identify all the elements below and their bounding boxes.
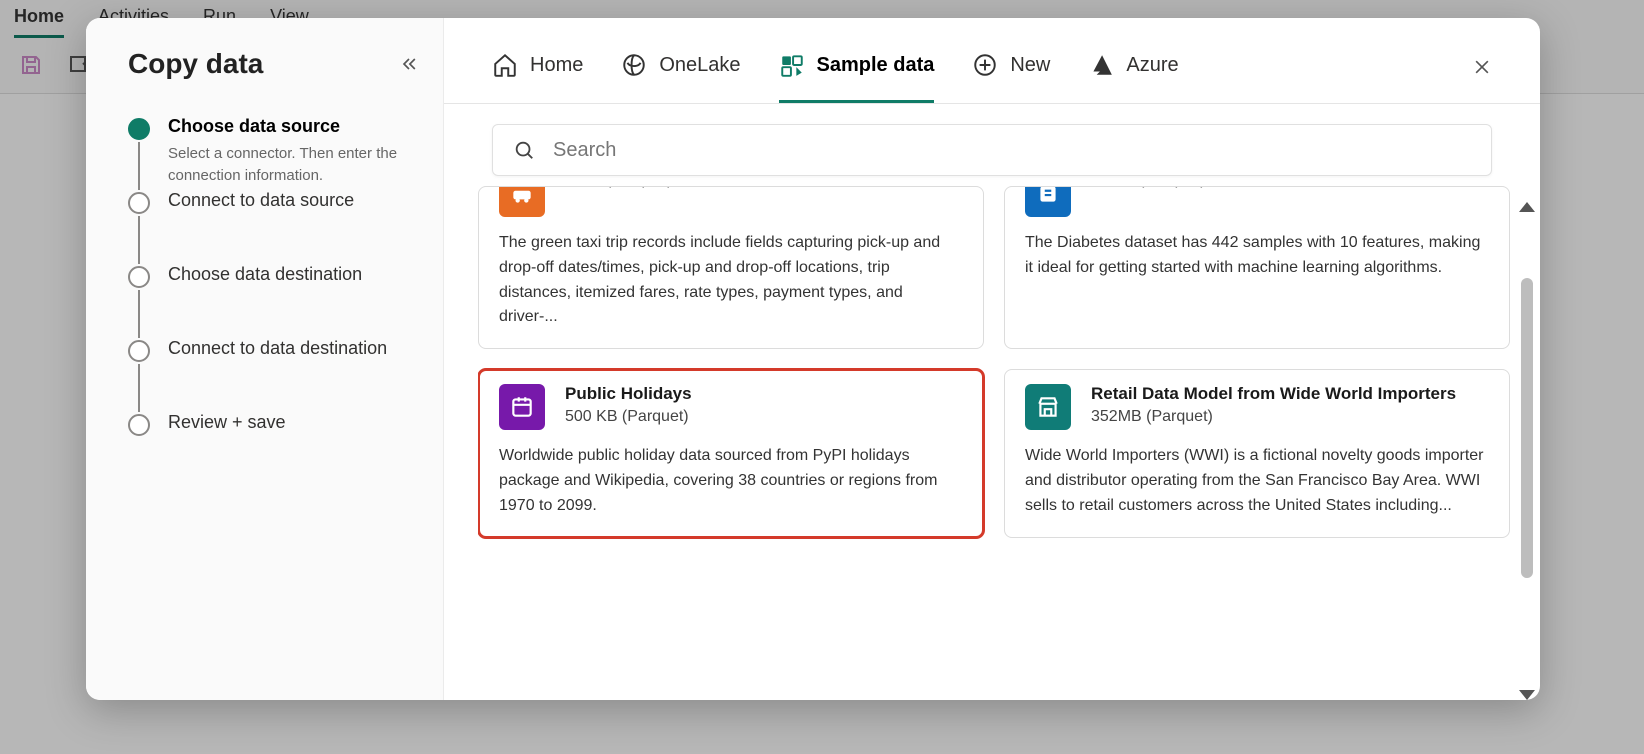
calendar-icon (499, 384, 545, 430)
tab-label: Azure (1126, 54, 1178, 77)
tab-sample-data[interactable]: Sample data (779, 52, 935, 103)
step-review-save[interactable]: Review + save (128, 412, 419, 436)
source-tabs: Home OneLake Sample data New (444, 18, 1540, 104)
home-icon (492, 52, 518, 78)
card-desc: Wide World Importers (WWI) is a fictiona… (1025, 444, 1489, 518)
sample-data-grid: 2 GB (Parquet) The green taxi trip recor… (478, 186, 1522, 542)
step-marker-icon (128, 118, 150, 140)
card-meta: 352MB (Parquet) (1091, 408, 1456, 426)
card-diabetes[interactable]: 14 KB (Parquet) The Diabetes dataset has… (1004, 186, 1510, 349)
scroll-thumb[interactable] (1521, 278, 1533, 578)
card-retail-wwi[interactable]: Retail Data Model from Wide World Import… (1004, 369, 1510, 537)
step-title: Review + save (168, 412, 419, 433)
card-desc: The green taxi trip records include fiel… (499, 231, 963, 330)
onelake-icon (621, 52, 647, 78)
scrollbar[interactable] (1514, 186, 1540, 700)
card-desc: The Diabetes dataset has 442 samples wit… (1025, 231, 1489, 281)
tab-label: New (1010, 54, 1050, 77)
card-meta: 14 KB (Parquet) (1091, 186, 1206, 189)
collapse-wizard-button[interactable] (399, 54, 419, 74)
step-connect-to-data-source[interactable]: Connect to data source (128, 190, 419, 264)
step-title: Connect to data source (168, 190, 419, 211)
search-icon (513, 139, 535, 161)
tab-new[interactable]: New (972, 52, 1050, 103)
step-title: Choose data destination (168, 264, 419, 285)
tab-label: Home (530, 54, 583, 77)
step-marker-icon (128, 192, 150, 214)
store-icon (1025, 384, 1071, 430)
scroll-track[interactable] (1521, 222, 1533, 680)
sample-data-icon (779, 52, 805, 78)
card-green-taxi[interactable]: 2 GB (Parquet) The green taxi trip recor… (478, 186, 984, 349)
taxi-icon (499, 186, 545, 217)
step-marker-icon (128, 414, 150, 436)
content-panel: Home OneLake Sample data New (444, 18, 1540, 700)
wizard-steps: Choose data source Select a connector. T… (128, 116, 419, 436)
azure-icon (1088, 52, 1114, 78)
close-button[interactable] (1472, 57, 1492, 99)
step-marker-icon (128, 340, 150, 362)
step-connect-to-data-destination[interactable]: Connect to data destination (128, 338, 419, 412)
dataset-icon (1025, 186, 1071, 217)
card-meta: 500 KB (Parquet) (565, 408, 692, 426)
card-desc: Worldwide public holiday data sourced fr… (499, 444, 963, 518)
search-input[interactable] (553, 139, 1471, 162)
wizard-panel: Copy data Choose data source Select a co… (86, 18, 444, 700)
card-public-holidays[interactable]: Public Holidays 500 KB (Parquet) Worldwi… (478, 369, 984, 537)
tab-onelake[interactable]: OneLake (621, 52, 740, 103)
tab-home[interactable]: Home (492, 52, 583, 103)
tab-label: Sample data (817, 54, 935, 77)
tab-azure[interactable]: Azure (1088, 52, 1178, 103)
step-title: Choose data source (168, 116, 419, 137)
card-meta: 2 GB (Parquet) (565, 186, 673, 189)
modal-title: Copy data (128, 48, 263, 80)
search-box[interactable] (492, 124, 1492, 176)
tab-label: OneLake (659, 54, 740, 77)
scroll-down-icon[interactable] (1519, 690, 1535, 700)
scroll-up-icon[interactable] (1519, 202, 1535, 212)
step-title: Connect to data destination (168, 338, 419, 359)
step-marker-icon (128, 266, 150, 288)
step-desc: Select a connector. Then enter the conne… (168, 143, 419, 187)
step-choose-data-source[interactable]: Choose data source Select a connector. T… (128, 116, 419, 190)
card-title: Retail Data Model from Wide World Import… (1091, 384, 1456, 404)
step-choose-data-destination[interactable]: Choose data destination (128, 264, 419, 338)
card-title: Public Holidays (565, 384, 692, 404)
copy-data-modal: Copy data Choose data source Select a co… (86, 18, 1540, 700)
plus-circle-icon (972, 52, 998, 78)
